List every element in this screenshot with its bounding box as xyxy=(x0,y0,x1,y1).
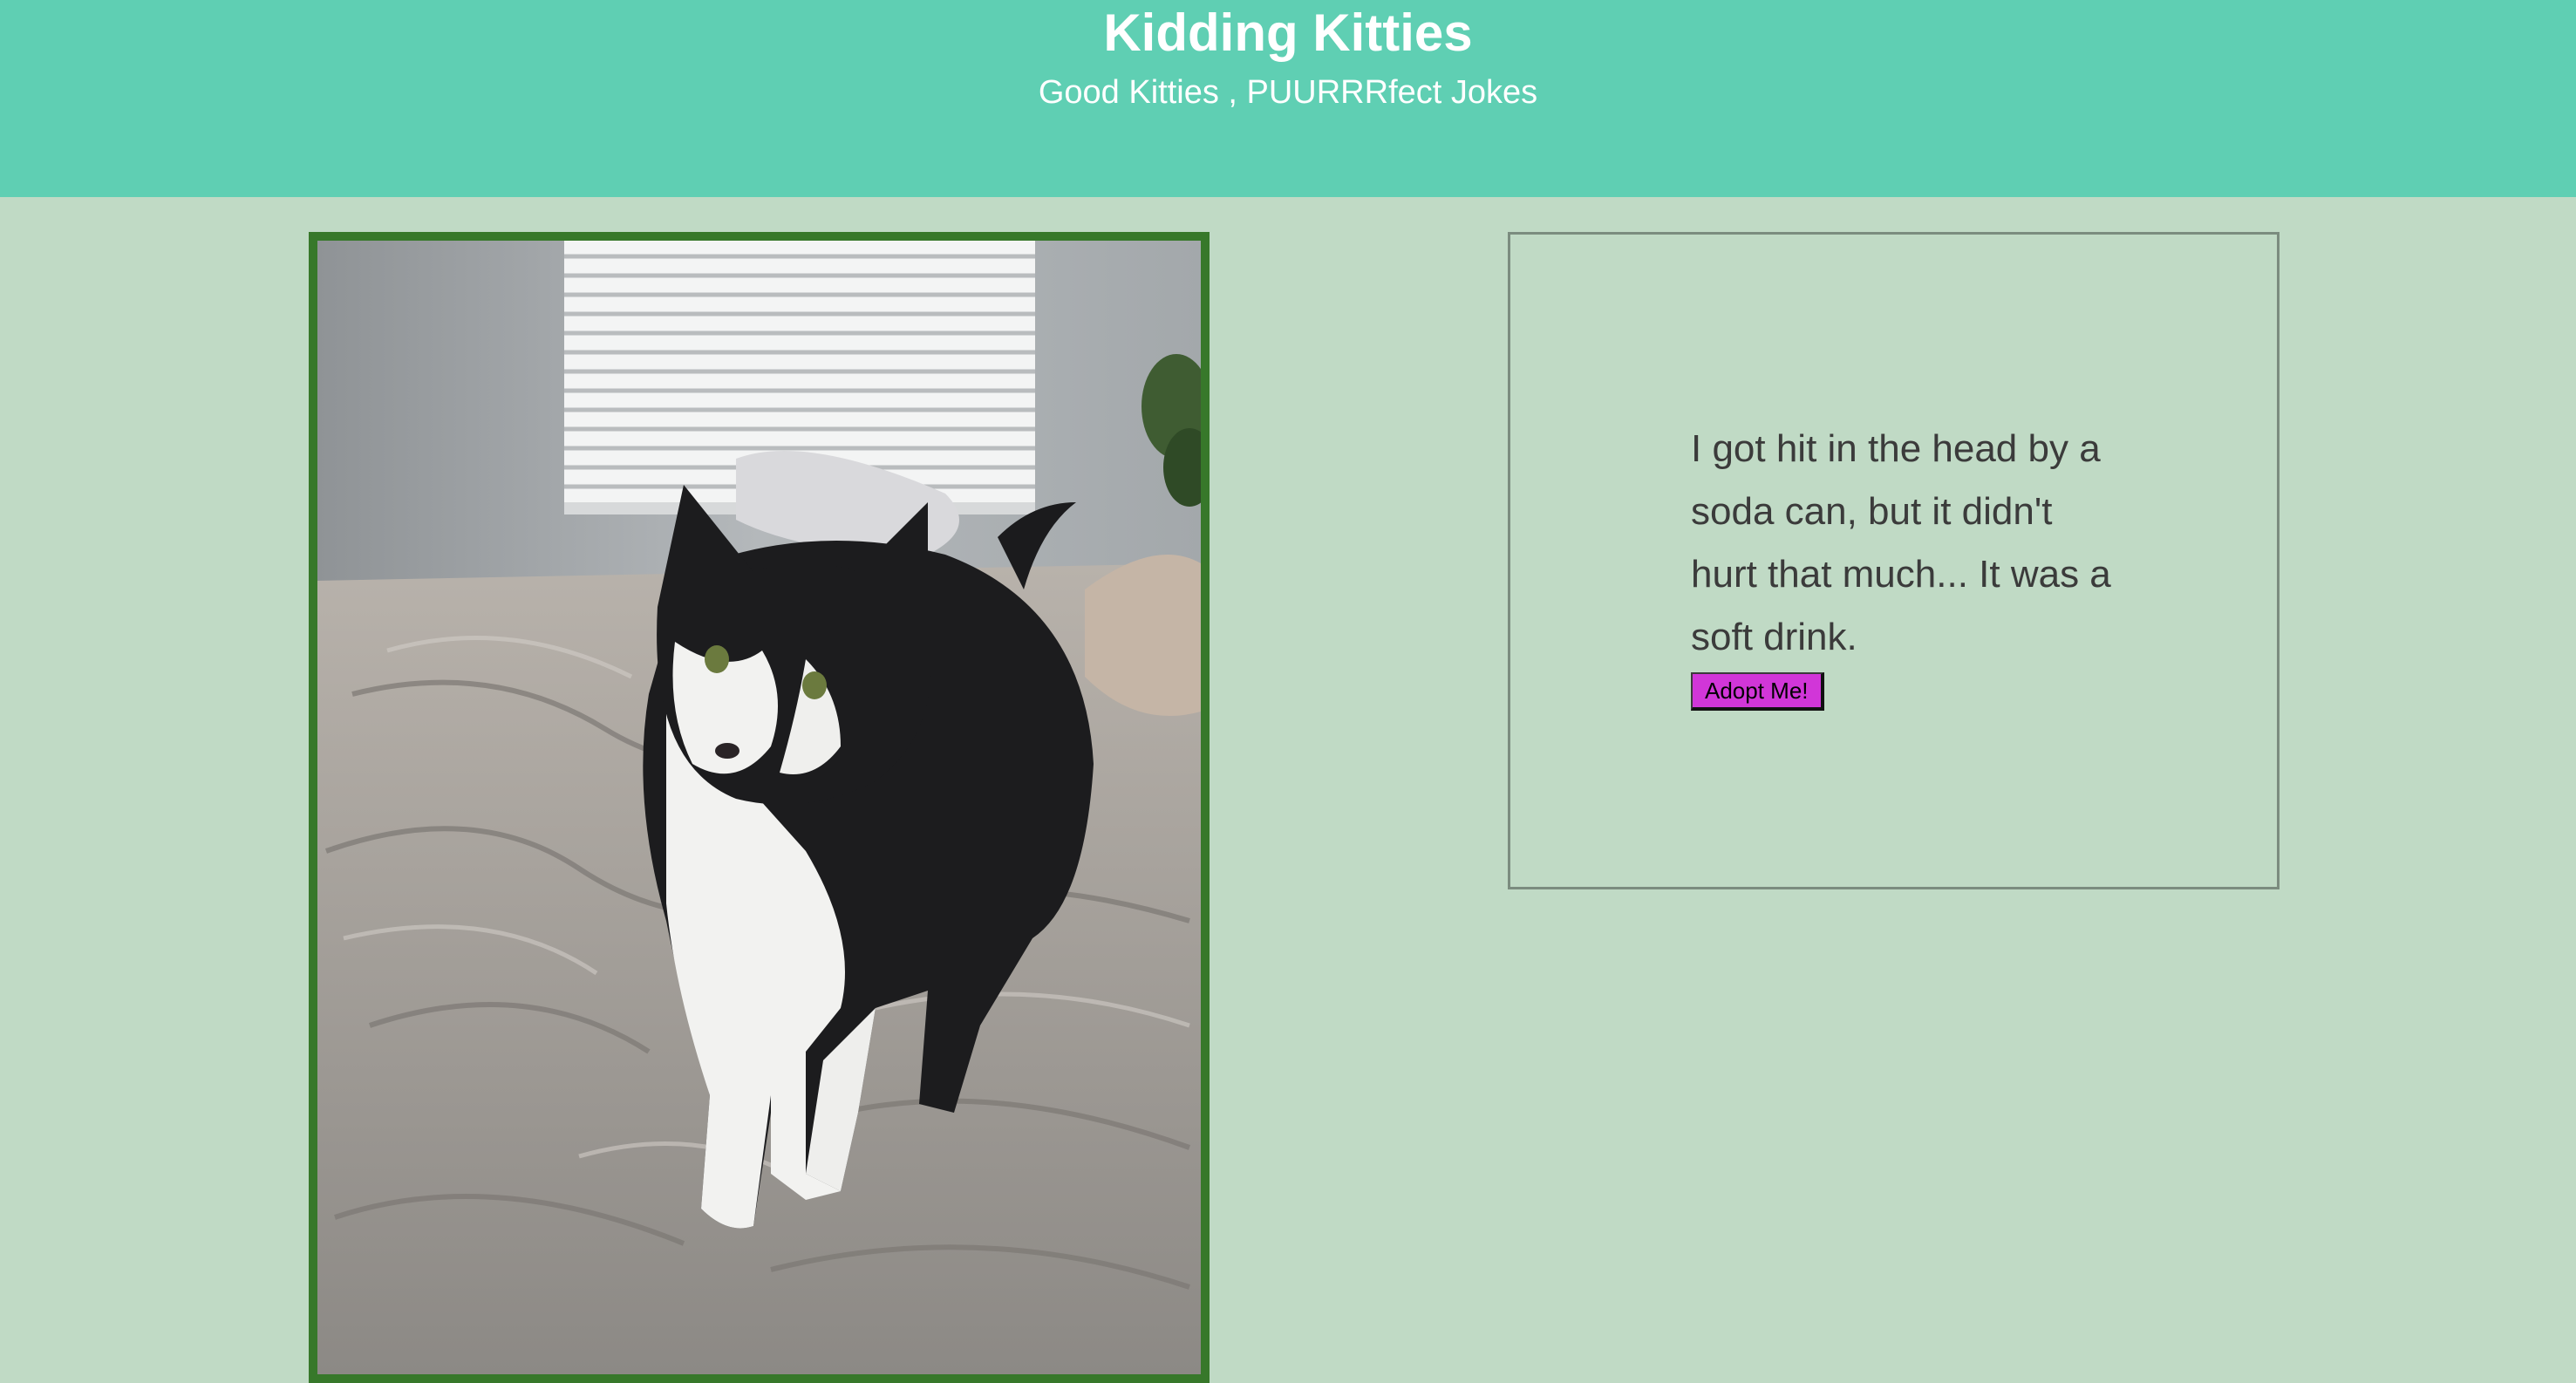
site-subtitle: Good Kitties , PUURRRfect Jokes xyxy=(1038,74,1538,111)
site-title: Kidding Kitties xyxy=(1103,3,1473,62)
joke-text: I got hit in the head by a soda can, but… xyxy=(1691,427,2111,658)
cat-photo xyxy=(309,232,1210,1383)
adopt-me-button[interactable]: Adopt Me! xyxy=(1691,672,1824,711)
joke-card: I got hit in the head by a soda can, but… xyxy=(1508,232,2280,889)
site-header: Kidding Kitties Good Kitties , PUURRRfec… xyxy=(0,0,2576,197)
cat-photo-illustration xyxy=(317,241,1201,1374)
